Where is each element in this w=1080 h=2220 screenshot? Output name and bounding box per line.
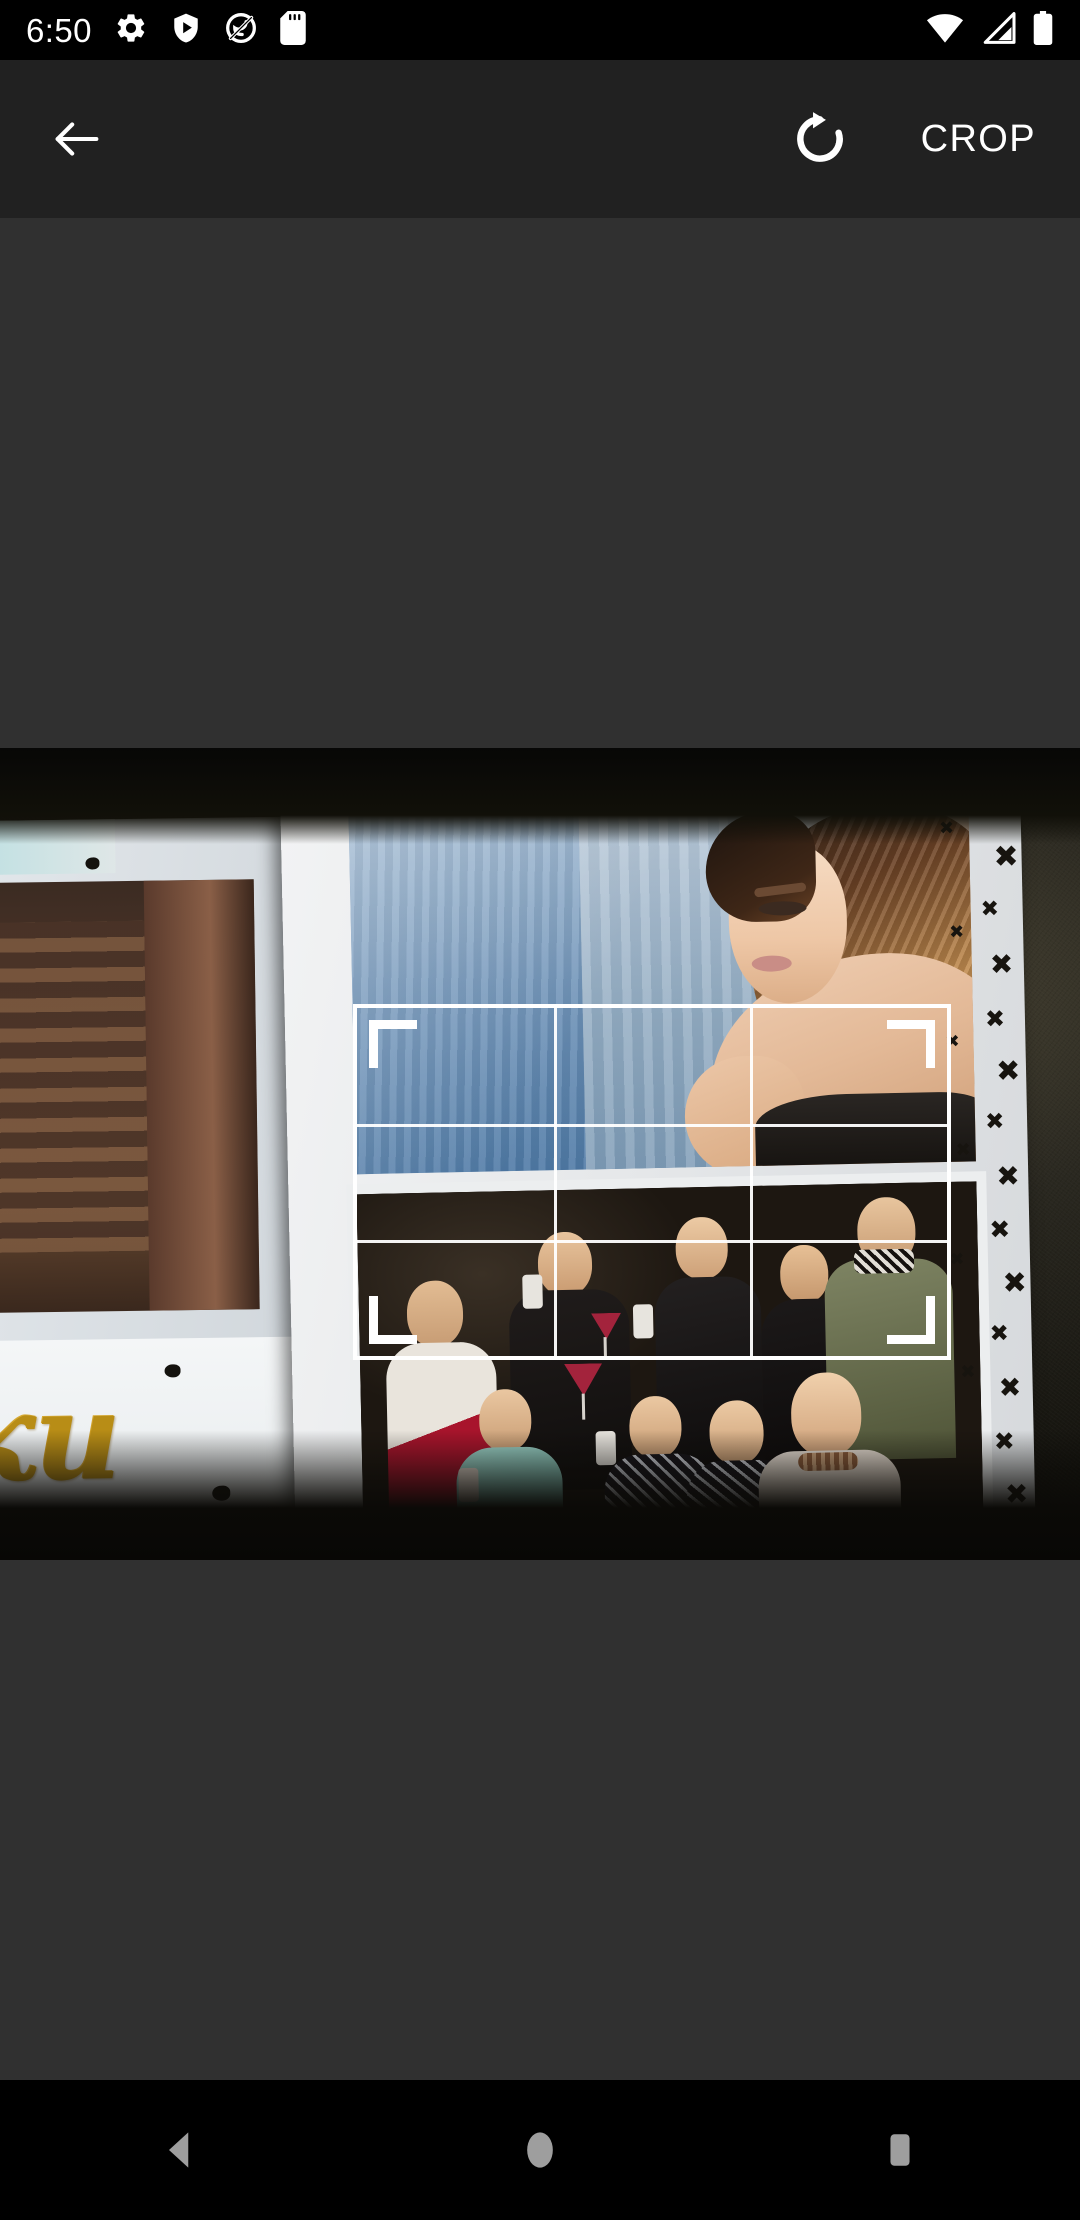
wall-bottom-shadow	[0, 1430, 1080, 1560]
home-nav-button[interactable]	[450, 2080, 630, 2220]
toolbar-actions: CROP	[765, 84, 1080, 194]
recents-nav-button[interactable]	[810, 2080, 990, 2220]
status-bar-left-group: 6:50	[26, 10, 306, 50]
image-editor-canvas[interactable]: ыбки	[0, 218, 1080, 2080]
editor-toolbar: CROP	[0, 60, 1080, 218]
nav-back-triangle-icon	[169, 2132, 189, 2168]
back-arrow-icon	[55, 122, 99, 156]
nav-home-circle-icon	[527, 2132, 553, 2168]
phone-screen: 6:50 CROP ✖ ✖ ✖ ✖ ✖ ✖ ✖ ✖ ✖ ✖ ✖ ✖ ✖ ✖ ✖ …	[0, 0, 1080, 2220]
rotate-right-icon	[796, 112, 843, 162]
status-bar: 6:50	[0, 0, 1080, 60]
wall-top-shadow	[0, 748, 1080, 844]
system-navigation-bar	[0, 2080, 1080, 2220]
crop-button[interactable]: CROP	[903, 100, 1062, 179]
back-button[interactable]	[22, 84, 132, 194]
nav-recents-square-icon	[890, 2134, 910, 2166]
cellular-signal-icon	[980, 11, 1016, 49]
play-protect-shield-icon	[170, 11, 202, 50]
data-saver-off-icon	[224, 11, 258, 50]
sd-card-icon	[280, 10, 306, 50]
back-nav-button[interactable]	[90, 2080, 270, 2220]
album-photo-woman-in-robe	[0, 879, 260, 1316]
wifi-icon	[926, 12, 964, 49]
settings-gear-icon	[114, 11, 148, 50]
rotate-right-button[interactable]	[765, 84, 875, 194]
status-bar-clock: 6:50	[26, 11, 92, 49]
source-image[interactable]: ыбки	[0, 748, 1080, 1560]
battery-full-icon	[1032, 10, 1054, 50]
status-bar-right-group	[926, 10, 1054, 50]
